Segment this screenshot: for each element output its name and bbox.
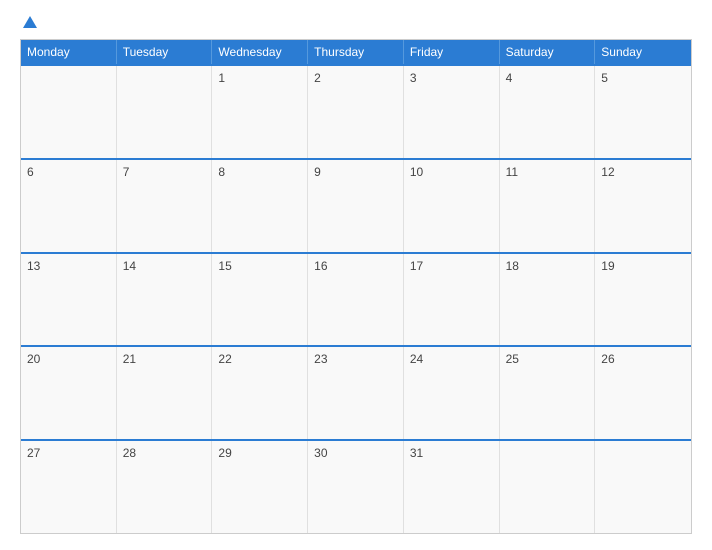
day-number: 25: [506, 352, 519, 366]
calendar-cell: 10: [404, 160, 500, 252]
calendar-week-4: 20 21 22 23 24 25 26: [21, 345, 691, 439]
day-number: 31: [410, 446, 423, 460]
day-number: 18: [506, 259, 519, 273]
header-wednesday: Wednesday: [212, 40, 308, 64]
calendar-cell: 13: [21, 254, 117, 346]
day-number: 5: [601, 71, 608, 85]
calendar-cell: [595, 441, 691, 533]
calendar-cell: 14: [117, 254, 213, 346]
day-number: 29: [218, 446, 231, 460]
header-saturday: Saturday: [500, 40, 596, 64]
calendar-cell: 2: [308, 66, 404, 158]
calendar: Monday Tuesday Wednesday Thursday Friday…: [20, 39, 692, 534]
day-number: 20: [27, 352, 40, 366]
day-number: 16: [314, 259, 327, 273]
day-number: 12: [601, 165, 614, 179]
calendar-cell: [500, 441, 596, 533]
calendar-cell: 25: [500, 347, 596, 439]
calendar-cell: 12: [595, 160, 691, 252]
calendar-cell: 16: [308, 254, 404, 346]
day-number: 13: [27, 259, 40, 273]
calendar-cell: 18: [500, 254, 596, 346]
calendar-cell: 29: [212, 441, 308, 533]
calendar-cell: 7: [117, 160, 213, 252]
calendar-cell: 15: [212, 254, 308, 346]
calendar-week-5: 27 28 29 30 31: [21, 439, 691, 533]
day-number: 15: [218, 259, 231, 273]
calendar-cell: 5: [595, 66, 691, 158]
calendar-cell: 19: [595, 254, 691, 346]
calendar-cell: 4: [500, 66, 596, 158]
day-number: 7: [123, 165, 130, 179]
header-thursday: Thursday: [308, 40, 404, 64]
day-number: 4: [506, 71, 513, 85]
day-number: 1: [218, 71, 225, 85]
day-number: 21: [123, 352, 136, 366]
calendar-header: Monday Tuesday Wednesday Thursday Friday…: [21, 40, 691, 64]
header: [20, 16, 692, 29]
calendar-cell: 23: [308, 347, 404, 439]
day-number: 14: [123, 259, 136, 273]
calendar-cell: 6: [21, 160, 117, 252]
calendar-cell: 22: [212, 347, 308, 439]
calendar-cell: 8: [212, 160, 308, 252]
calendar-cell: 3: [404, 66, 500, 158]
day-number: 11: [506, 165, 518, 179]
header-tuesday: Tuesday: [117, 40, 213, 64]
calendar-cell: 1: [212, 66, 308, 158]
calendar-cell: 27: [21, 441, 117, 533]
header-monday: Monday: [21, 40, 117, 64]
header-friday: Friday: [404, 40, 500, 64]
calendar-cell: [21, 66, 117, 158]
calendar-cell: 24: [404, 347, 500, 439]
day-number: 2: [314, 71, 321, 85]
day-number: 9: [314, 165, 321, 179]
calendar-cell: 20: [21, 347, 117, 439]
logo-triangle-icon: [23, 16, 37, 28]
day-number: 26: [601, 352, 614, 366]
calendar-week-1: 1 2 3 4 5: [21, 64, 691, 158]
logo: [20, 16, 37, 29]
logo-blue-text: [20, 16, 37, 29]
calendar-cell: 26: [595, 347, 691, 439]
day-number: 30: [314, 446, 327, 460]
calendar-week-2: 6 7 8 9 10 11 12: [21, 158, 691, 252]
day-number: 10: [410, 165, 423, 179]
day-number: 28: [123, 446, 136, 460]
day-number: 17: [410, 259, 423, 273]
calendar-cell: 17: [404, 254, 500, 346]
calendar-cell: 11: [500, 160, 596, 252]
day-number: 8: [218, 165, 225, 179]
calendar-cell: 9: [308, 160, 404, 252]
calendar-cell: 31: [404, 441, 500, 533]
calendar-cell: 21: [117, 347, 213, 439]
calendar-cell: 28: [117, 441, 213, 533]
day-number: 3: [410, 71, 417, 85]
day-number: 19: [601, 259, 614, 273]
day-number: 22: [218, 352, 231, 366]
day-number: 23: [314, 352, 327, 366]
day-number: 27: [27, 446, 40, 460]
calendar-week-3: 13 14 15 16 17 18 19: [21, 252, 691, 346]
calendar-cell: [117, 66, 213, 158]
calendar-body: 1234567891011121314151617181920212223242…: [21, 64, 691, 533]
page: Monday Tuesday Wednesday Thursday Friday…: [0, 0, 712, 550]
header-sunday: Sunday: [595, 40, 691, 64]
day-number: 24: [410, 352, 423, 366]
calendar-cell: 30: [308, 441, 404, 533]
day-number: 6: [27, 165, 34, 179]
